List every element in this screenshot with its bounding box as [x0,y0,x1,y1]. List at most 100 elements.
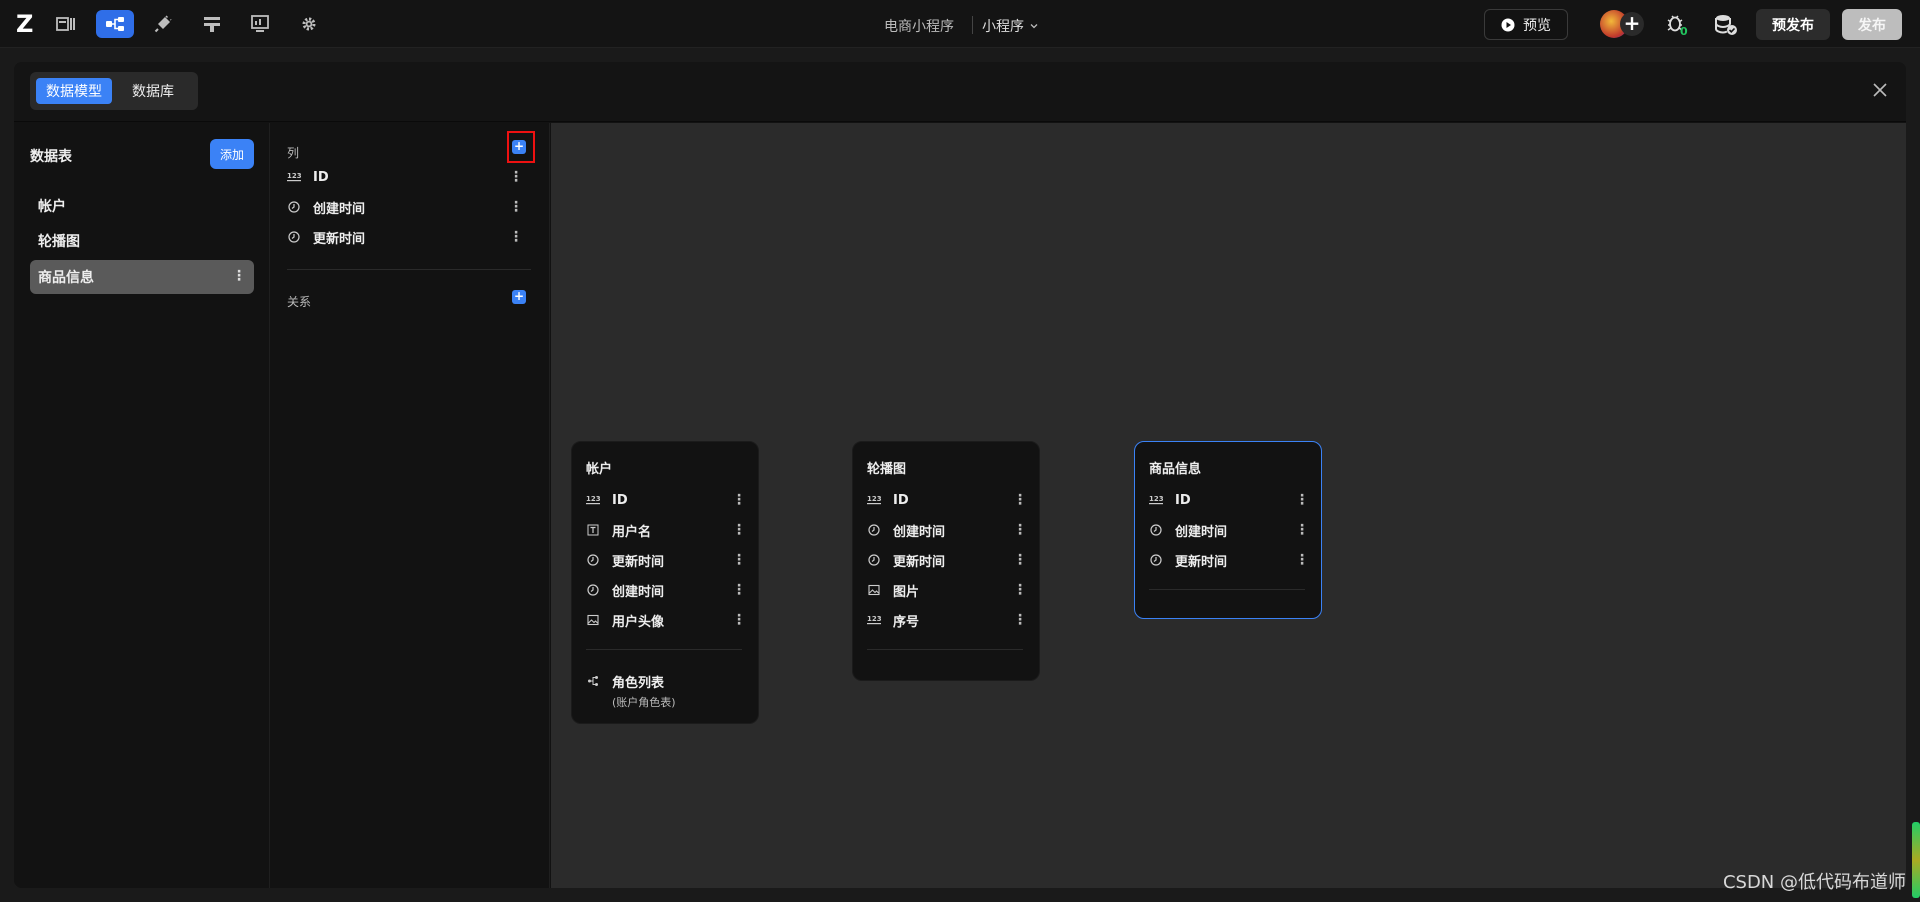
table-item-label: 商品信息 [38,270,94,286]
clock-icon [586,553,600,567]
field-name: 创建时间 [893,524,946,540]
logo[interactable]: Z [16,12,38,36]
columns-title: 列 [287,146,300,160]
card-field-row[interactable]: 创建时间 ⋮ [586,579,746,601]
add-collaborator-icon[interactable]: + [1620,12,1644,36]
relation-sub: (账户角色表) [612,696,676,709]
more-vertical-icon[interactable]: ⋮ [732,583,746,597]
card-field-row[interactable]: 123 ID ⋮ [867,489,1027,511]
field-name: 更新时间 [1175,554,1228,570]
svg-text:123: 123 [1149,495,1163,503]
more-vertical-icon[interactable]: ⋮ [1295,493,1309,507]
more-vertical-icon[interactable]: ⋮ [732,493,746,507]
card-field-row[interactable]: 创建时间 ⋮ [1149,519,1309,541]
platform-select[interactable]: 小程序 [982,16,1038,36]
column-row[interactable]: 创建时间 ⋮ [287,196,531,218]
more-vertical-icon[interactable]: ⋮ [732,613,746,627]
card-field-row[interactable]: 图片 ⋮ [867,579,1027,601]
more-vertical-icon[interactable]: ⋮ [232,269,246,283]
svg-text:123: 123 [867,495,881,503]
title-separator [972,16,973,34]
add-table-button[interactable]: 添加 [210,139,254,169]
card-field-row[interactable]: 123 ID ⋮ [1149,489,1309,511]
image-icon [867,583,881,597]
number-icon: 123 [867,493,881,507]
more-vertical-icon[interactable]: ⋮ [509,170,523,184]
card-divider [1149,589,1305,590]
table-item-account[interactable]: 帐户 [30,189,254,223]
mode-tabs: 数据模型 数据库 [30,72,198,110]
column-name: 更新时间 [313,231,366,247]
card-field-row[interactable]: 用户名 ⋮ [586,519,746,541]
more-vertical-icon[interactable]: ⋮ [1013,583,1027,597]
app-name: 电商小程序 [884,19,954,35]
table-item-product-info[interactable]: 商品信息 ⋮ [30,260,254,294]
card-field-row[interactable]: 更新时间 ⋮ [867,549,1027,571]
settings-gear-icon[interactable] [290,10,328,38]
more-vertical-icon[interactable]: ⋮ [1013,523,1027,537]
highlight-box [507,131,535,163]
prepublish-button[interactable]: 预发布 [1756,9,1830,40]
tab-data-model[interactable]: 数据模型 [36,78,112,104]
more-vertical-icon[interactable]: ⋮ [732,523,746,537]
er-canvas[interactable]: 帐户 123 ID ⋮ 用户名 ⋮ 更新时间 ⋮ 创建时间 ⋮ 用户头像 ⋮ 角… [551,123,1906,888]
card-field-row[interactable]: 创建时间 ⋮ [867,519,1027,541]
card-field-row[interactable]: 123 ID ⋮ [586,489,746,511]
model-card-carousel[interactable]: 轮播图 123 ID ⋮ 创建时间 ⋮ 更新时间 ⋮ 图片 ⋮ 123 序号 ⋮ [852,441,1040,681]
relation-icon [586,674,600,688]
column-name: ID [313,169,329,185]
field-name: 更新时间 [612,554,665,570]
card-field-row[interactable]: 123 序号 ⋮ [867,609,1027,631]
number-icon: 123 [1149,493,1163,507]
field-name: ID [1175,492,1191,508]
column-row[interactable]: 更新时间 ⋮ [287,226,531,248]
svg-text:123: 123 [287,172,301,180]
workflow-icon[interactable] [193,10,231,38]
more-vertical-icon[interactable]: ⋮ [1013,493,1027,507]
model-card-product-info[interactable]: 商品信息 123 ID ⋮ 创建时间 ⋮ 更新时间 ⋮ [1134,441,1322,619]
card-relation[interactable]: 角色列表 (账户角色表) [586,672,676,710]
debug-bug-icon[interactable]: 0 [1664,12,1692,38]
more-vertical-icon[interactable]: ⋮ [1013,553,1027,567]
pages-icon[interactable] [47,10,85,38]
plugin-icon[interactable] [144,10,182,38]
database-status-icon[interactable] [1712,12,1740,38]
more-vertical-icon[interactable]: ⋮ [732,553,746,567]
table-item-carousel[interactable]: 轮播图 [30,224,254,258]
preview-button[interactable]: 预览 [1484,9,1568,40]
more-vertical-icon[interactable]: ⋮ [509,230,523,244]
add-relation-button[interactable]: + [512,290,526,304]
platform-label: 小程序 [982,19,1024,35]
publish-button[interactable]: 发布 [1842,9,1902,40]
bug-count: 0 [1680,25,1688,38]
close-icon[interactable] [1870,80,1890,100]
preview-label: 预览 [1523,17,1551,34]
column-row[interactable]: 123 ID ⋮ [287,166,531,188]
more-vertical-icon[interactable]: ⋮ [1295,523,1309,537]
panel-header: 数据模型 数据库 [14,62,1906,122]
more-vertical-icon[interactable]: ⋮ [1295,553,1309,567]
card-field-row[interactable]: 更新时间 ⋮ [586,549,746,571]
field-name: ID [612,492,628,508]
field-name: 用户头像 [612,614,665,630]
card-divider [867,649,1023,650]
svg-text:123: 123 [867,615,881,623]
number-icon: 123 [287,170,301,184]
field-name: 创建时间 [612,584,665,600]
field-name: 图片 [893,584,920,600]
number-icon: 123 [867,613,881,627]
card-field-row[interactable]: 用户头像 ⋮ [586,609,746,631]
dashboard-icon[interactable] [241,10,279,38]
tab-database[interactable]: 数据库 [122,78,184,104]
more-vertical-icon[interactable]: ⋮ [1013,613,1027,627]
field-name: ID [893,492,909,508]
play-icon [1501,18,1515,31]
model-card-account[interactable]: 帐户 123 ID ⋮ 用户名 ⋮ 更新时间 ⋮ 创建时间 ⋮ 用户头像 ⋮ 角… [571,441,759,724]
card-field-row[interactable]: 更新时间 ⋮ [1149,549,1309,571]
clock-icon [1149,523,1163,537]
chevron-down-icon [1030,24,1038,29]
watermark: CSDN @低代码布道师 [1722,872,1906,893]
data-model-icon[interactable] [96,10,134,38]
clock-icon [1149,553,1163,567]
more-vertical-icon[interactable]: ⋮ [509,200,523,214]
